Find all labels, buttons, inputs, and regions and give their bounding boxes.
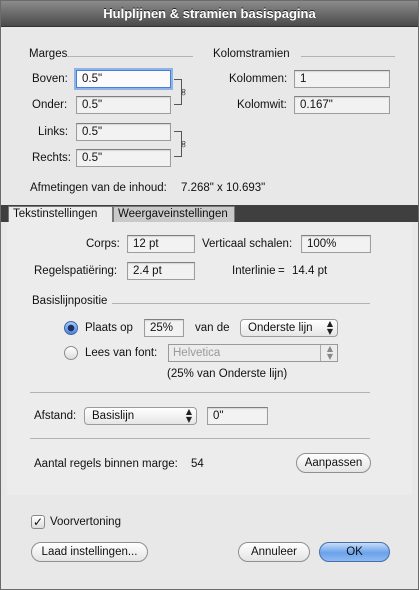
leading-label: Regelspatiëring: [34,265,118,277]
content-size-value: 7.268" x 10.693" [181,182,266,194]
of-label: van de [195,322,230,334]
read-from-font-label: Lees van font: [85,347,158,359]
column-grid-group-title: Kolomstramien [213,48,290,60]
baseline-group-rule [112,303,370,304]
vertical-scale-field[interactable]: 100% [301,235,371,253]
tab-text-settings[interactable]: Tekstinstellingen [8,206,113,222]
popup-arrows-icon: ▲ ▼ [326,344,333,361]
baseline-note: (25% van Onderste lijn) [167,368,288,380]
popup-arrows-icon: ▲ ▼ [326,319,333,336]
dialog-window: Hulplijnen & stramien basispagina Marges… [0,0,419,590]
top-margin-field[interactable]: 0.5" [76,70,171,88]
font-select[interactable]: Helvetica ▲ ▼ [168,344,338,362]
load-settings-button[interactable]: Laad instellingen... [31,542,148,562]
read-from-font-radio[interactable] [64,346,78,360]
place-at-label: Plaats op [85,322,133,334]
spacing-label: Afstand: [34,410,77,422]
preview-checkbox[interactable]: ✓ [31,515,45,529]
popup-arrows-icon: ▲ ▼ [185,407,192,424]
column-grid-group-rule [301,56,395,57]
checkmark-icon: ✓ [32,515,44,529]
preview-label: Voorvertoning [50,516,121,528]
interline-value: 14.4 pt [292,265,328,277]
title-bar[interactable]: Hulplijnen & stramien basispagina [1,1,418,27]
leading-field[interactable]: 2.4 pt [127,262,195,280]
divider-rule-2 [30,438,370,439]
window-title: Hulplijnen & stramien basispagina [103,6,316,21]
left-margin-label: Links: [38,126,69,138]
spacing-value-field[interactable]: 0" [207,407,268,425]
right-margin-field[interactable]: 0.5" [76,149,171,167]
lines-within-margin-label: Aantal regels binnen marge: [34,458,178,470]
top-margin-label: Boven: [32,73,68,85]
gutter-field[interactable]: 0.167" [294,96,390,114]
lines-within-margin-value: 54 [191,458,204,470]
columns-field[interactable]: 1 [294,70,390,88]
margins-group-rule [67,56,193,57]
ok-button[interactable]: OK [319,542,390,562]
cancel-button[interactable]: Annuleer [238,542,310,562]
tab-view-settings[interactable]: Weergaveinstellingen [113,206,235,222]
interline-equals: = [278,265,285,277]
line-reference-select-value: Onderste lijn [248,322,313,334]
margins-group-title: Marges [29,48,68,60]
spacing-select-value: Basislijn [92,410,135,422]
interline-label: Interlinie [232,265,276,277]
font-select-value: Helvetica [173,347,221,359]
adjust-button[interactable]: Aanpassen [296,453,371,473]
place-at-radio[interactable] [64,321,78,335]
columns-label: Kolommen: [229,73,288,85]
chain-link-icon: ∞ [177,87,189,97]
bottom-margin-label: Onder: [32,99,68,111]
gutter-label: Kolomwit: [237,99,287,111]
vertical-scale-label: Verticaal schalen: [202,238,293,250]
spacing-select[interactable]: Basislijn ▲ ▼ [84,407,197,425]
line-reference-select[interactable]: Onderste lijn ▲ ▼ [240,319,338,337]
content-size-label: Afmetingen van de inhoud: [30,182,167,194]
baseline-group-title: Basislijnpositie [32,295,108,307]
divider-rule-1 [30,392,370,393]
bottom-margin-field[interactable]: 0.5" [76,96,171,114]
right-margin-label: Rechts: [32,152,71,164]
popup-divider [320,345,321,361]
size-label: Corps: [86,238,120,250]
size-field[interactable]: 12 pt [127,235,195,253]
link-left-right-button[interactable]: ∞ [174,131,189,157]
place-at-percent-field[interactable]: 25% [144,319,184,337]
left-margin-field[interactable]: 0.5" [76,123,171,141]
chain-link-icon: ∞ [177,139,189,149]
link-top-bottom-button[interactable]: ∞ [174,79,189,105]
